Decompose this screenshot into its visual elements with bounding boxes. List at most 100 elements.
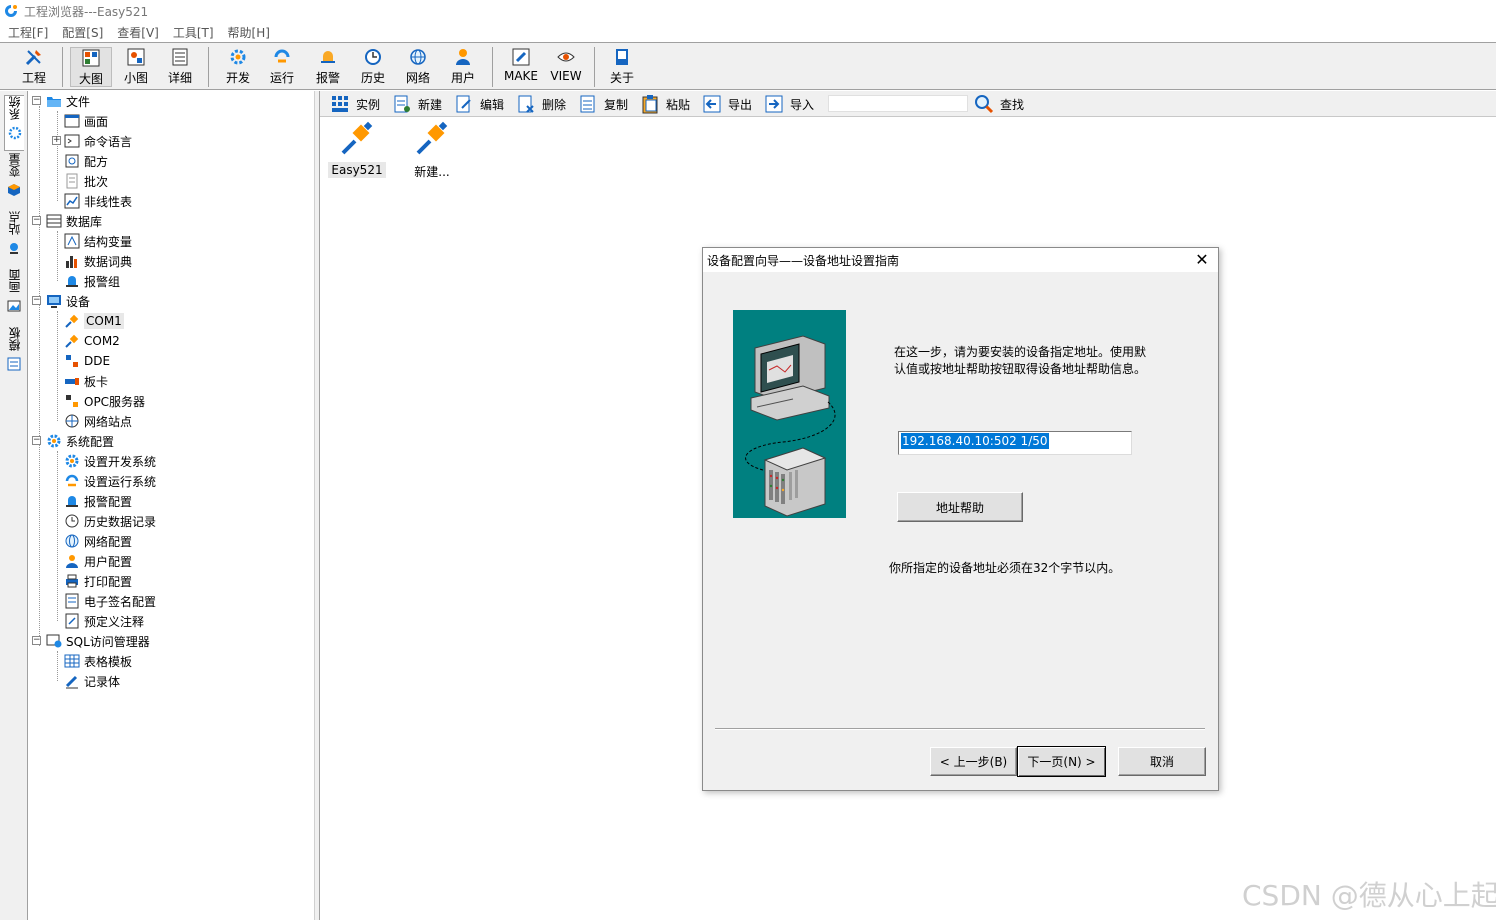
menu-project[interactable]: 工程[F] — [8, 24, 48, 41]
develop-button[interactable]: 开发 — [218, 47, 258, 87]
tree-node-net-station[interactable]: 网络站点 — [64, 411, 132, 431]
menu-config[interactable]: 配置[S] — [62, 24, 103, 41]
detail-button[interactable]: 详细 — [160, 47, 200, 87]
pen-icon — [65, 675, 78, 689]
tree-node-database[interactable]: − 数据库 — [32, 211, 102, 231]
find-button[interactable]: 查找 — [974, 93, 1024, 115]
collapse-icon[interactable]: − — [32, 296, 41, 305]
tree-node-data-dict[interactable]: 数据词典 — [64, 251, 132, 271]
edit-button[interactable]: 编辑 — [454, 93, 504, 115]
device-address-input[interactable]: 192.168.40.10:502 1/50 — [898, 431, 1132, 455]
export-button[interactable]: 导出 — [702, 93, 752, 115]
alarm-button[interactable]: 报警 — [308, 47, 348, 87]
tree-node-dde[interactable]: DDE — [64, 351, 110, 371]
address-help-button[interactable]: 地址帮助 — [897, 492, 1023, 522]
device-item-easy521[interactable]: Easy521 — [327, 121, 387, 178]
history-button[interactable]: 历史 — [353, 47, 393, 87]
run-button[interactable]: 运行 — [262, 47, 302, 87]
big-icon-button[interactable]: 大图 — [70, 47, 112, 87]
tree-node-esign-config[interactable]: 电子签名配置 — [64, 591, 156, 611]
tree-node-board[interactable]: 板卡 — [64, 371, 108, 391]
tree-node-com1[interactable]: COM1 — [64, 311, 124, 331]
tree-node-predef-comment[interactable]: 预定义注释 — [64, 611, 144, 631]
vertical-tab-strip: 系统 变量 站点 画面 模板 — [0, 91, 28, 920]
make-button[interactable]: MAKE — [500, 47, 542, 87]
collapse-icon[interactable]: − — [32, 216, 41, 225]
tree-node-table-template[interactable]: 表格模板 — [64, 651, 132, 671]
tree-node-batch[interactable]: 批次 — [64, 171, 108, 191]
new-button[interactable]: 新建 — [392, 93, 442, 115]
tab-system[interactable]: 系统 — [4, 95, 24, 151]
tree-node-recipe[interactable]: 配方 — [64, 151, 108, 171]
network-station-icon — [65, 414, 79, 428]
tree-node-label: COM2 — [84, 334, 120, 348]
serial-plug-icon — [416, 121, 448, 155]
copy-button[interactable]: 复制 — [578, 93, 628, 115]
tree-node-dev-sys[interactable]: 设置开发系统 — [64, 451, 156, 471]
paste-button[interactable]: 粘贴 — [640, 93, 690, 115]
about-button[interactable]: 关于 — [602, 47, 642, 87]
tree-node-opc-server[interactable]: OPC服务器 — [64, 391, 145, 411]
prev-step-button[interactable]: < 上一步(B) — [930, 747, 1017, 776]
tree-node-alarm-config[interactable]: 报警配置 — [64, 491, 132, 511]
import-button[interactable]: 导入 — [764, 93, 814, 115]
tree-node-run-sys[interactable]: 设置运行系统 — [64, 471, 156, 491]
big-icon-label: 大图 — [78, 72, 103, 86]
tree-node-screen[interactable]: 画面 — [64, 111, 108, 131]
tree-node-com2[interactable]: COM2 — [64, 331, 120, 351]
tree-node-label: 网络配置 — [84, 534, 133, 549]
tab-screens[interactable]: 画面 — [4, 269, 24, 325]
menu-view[interactable]: 查看[V] — [117, 24, 159, 41]
tree-node-label: 网络站点 — [84, 414, 133, 429]
small-icon-label: 小图 — [123, 71, 148, 85]
tree-node-file[interactable]: − 文件 — [32, 91, 90, 111]
collapse-icon[interactable]: − — [32, 436, 41, 445]
globe-icon — [410, 49, 426, 65]
tree-node-record-body[interactable]: 记录体 — [64, 671, 120, 691]
tree-node-command-language[interactable]: + 命令语言 — [52, 131, 132, 151]
next-page-button[interactable]: 下一页(N) > — [1017, 746, 1106, 777]
tree-node-label: 板卡 — [84, 374, 109, 389]
project-label: 工程 — [21, 71, 46, 85]
cancel-button[interactable]: 取消 — [1118, 747, 1206, 776]
network-label: 网络 — [405, 71, 430, 85]
tab-templates[interactable]: 模板 — [4, 327, 24, 383]
monitor-icon — [47, 295, 61, 308]
tab-variables-label: 变量 — [7, 153, 22, 177]
project-button[interactable]: 工程 — [14, 47, 54, 87]
instance-button[interactable]: 实例 — [330, 93, 380, 115]
tab-variables[interactable]: 变量 — [4, 153, 24, 209]
network-button[interactable]: 网络 — [398, 47, 438, 87]
delete-button[interactable]: 删除 — [516, 93, 566, 115]
tree-node-nonlinear-table[interactable]: 非线性表 — [64, 191, 132, 211]
bell-icon — [321, 51, 335, 63]
tree-node-device[interactable]: − 设备 — [32, 291, 90, 311]
tree-node-net-config[interactable]: 网络配置 — [64, 531, 132, 551]
tree-node-alarm-group[interactable]: 报警组 — [64, 271, 120, 291]
tree-node-print-config[interactable]: 打印配置 — [64, 571, 132, 591]
tree-node-struct-var[interactable]: 结构变量 — [64, 231, 132, 251]
device-item-new[interactable]: 新建... — [402, 121, 462, 180]
tree-guide-line — [39, 106, 40, 646]
search-input[interactable] — [828, 95, 968, 112]
expand-icon[interactable]: + — [52, 136, 61, 145]
menu-tools[interactable]: 工具[T] — [173, 24, 214, 41]
tree-node-user-config[interactable]: 用户配置 — [64, 551, 132, 571]
tab-stations[interactable]: 站点 — [4, 211, 24, 267]
tree-node-history-record[interactable]: 历史数据记录 — [64, 511, 156, 531]
collapse-icon[interactable]: − — [32, 636, 41, 645]
tree-node-label: 报警组 — [84, 274, 121, 289]
device-address-value: 192.168.40.10:502 1/50 — [901, 433, 1049, 449]
tree-node-label: 历史数据记录 — [84, 514, 157, 529]
tree-node-sys-config[interactable]: − 系统配置 — [32, 431, 114, 451]
collapse-icon[interactable]: − — [32, 96, 41, 105]
small-icon-button[interactable]: 小图 — [116, 47, 156, 87]
batch-icon — [66, 173, 78, 189]
template-icon — [7, 357, 21, 371]
close-icon[interactable]: ✕ — [1192, 250, 1212, 270]
menu-help[interactable]: 帮助[H] — [228, 24, 270, 41]
tree-node-sql-manager[interactable]: − SQL访问管理器 — [32, 631, 150, 651]
description-line-1: 在这一步，请为要安装的设备指定地址。使用默 — [894, 345, 1147, 359]
view-button[interactable]: VIEW — [546, 47, 586, 87]
user-button[interactable]: 用户 — [443, 47, 483, 87]
